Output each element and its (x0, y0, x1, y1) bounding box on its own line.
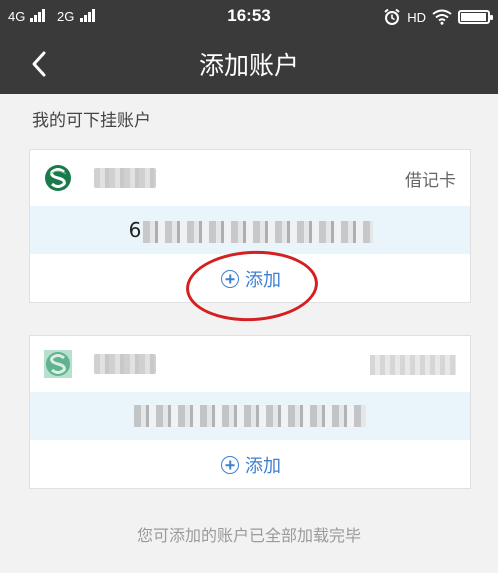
card-number: 6 (30, 218, 472, 243)
card-number-band: 6 (30, 206, 470, 254)
card-number-redacted (134, 405, 366, 427)
account-card: 借记卡 6 添加 (29, 149, 471, 303)
account-card: 添加 (29, 335, 471, 489)
bank-logo-icon (45, 165, 71, 191)
wifi-icon (432, 9, 452, 25)
card-type-redacted (370, 355, 456, 375)
add-button-label: 添加 (245, 270, 281, 291)
account-card-header: 借记卡 (30, 150, 470, 206)
alarm-icon (384, 8, 400, 25)
card-number-prefix: 6 (128, 218, 142, 242)
page-title: 添加账户 (198, 51, 299, 80)
card-number-band (30, 392, 470, 440)
card-number-redacted (143, 220, 374, 243)
battery-fill (461, 13, 487, 21)
plus-circle-icon (221, 456, 239, 474)
status-bar: 4G 2G 16:53 HD (0, 0, 498, 36)
section-label: 我的可下挂账户 (32, 111, 151, 131)
add-account-row[interactable]: 添加 (30, 254, 470, 302)
add-account-row[interactable]: 添加 (30, 440, 470, 488)
add-button-label: 添加 (245, 456, 281, 477)
footer-note: 您可添加的账户已全部加载完毕 (136, 526, 361, 545)
bank-name-redacted (94, 354, 156, 374)
battery-icon (458, 10, 493, 24)
add-button[interactable]: 添加 (30, 266, 472, 292)
plus-circle-icon (221, 270, 239, 288)
add-button[interactable]: 添加 (30, 452, 472, 478)
bank-logo-icon (44, 350, 72, 378)
nav-bar: 添加账户 (0, 36, 498, 94)
bank-name-redacted (94, 168, 156, 188)
hd-indicator: HD (407, 9, 426, 25)
card-type: 借记卡 (405, 171, 456, 191)
account-card-header (30, 336, 470, 392)
